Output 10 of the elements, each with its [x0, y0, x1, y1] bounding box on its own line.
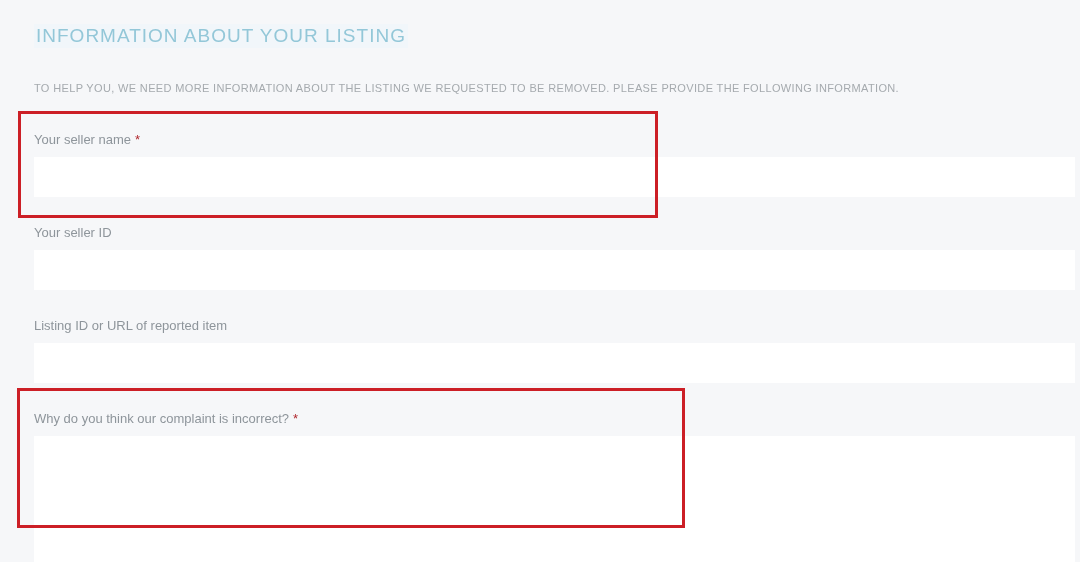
field-label: Your seller name: [34, 132, 132, 147]
required-mark: *: [293, 411, 299, 426]
input-field[interactable]: [34, 157, 1075, 197]
field-label: Your seller ID: [34, 225, 112, 240]
required-mark: *: [135, 132, 141, 147]
intro-text: TO HELP YOU, WE NEED MORE INFORMATION ABOUT THE LISTING WE REQUESTED TO BE REMOVED. PLEASE PROVIDE THE FOLLOWING INFORMATION.: [34, 82, 900, 94]
text-area[interactable]: [34, 436, 1075, 562]
field-label: Listing ID or URL of reported item: [34, 318, 228, 333]
field-label: Why do you think our complaint is incorrect?: [34, 411, 290, 426]
section-heading: INFORMATION ABOUT YOUR LISTING: [34, 24, 408, 48]
